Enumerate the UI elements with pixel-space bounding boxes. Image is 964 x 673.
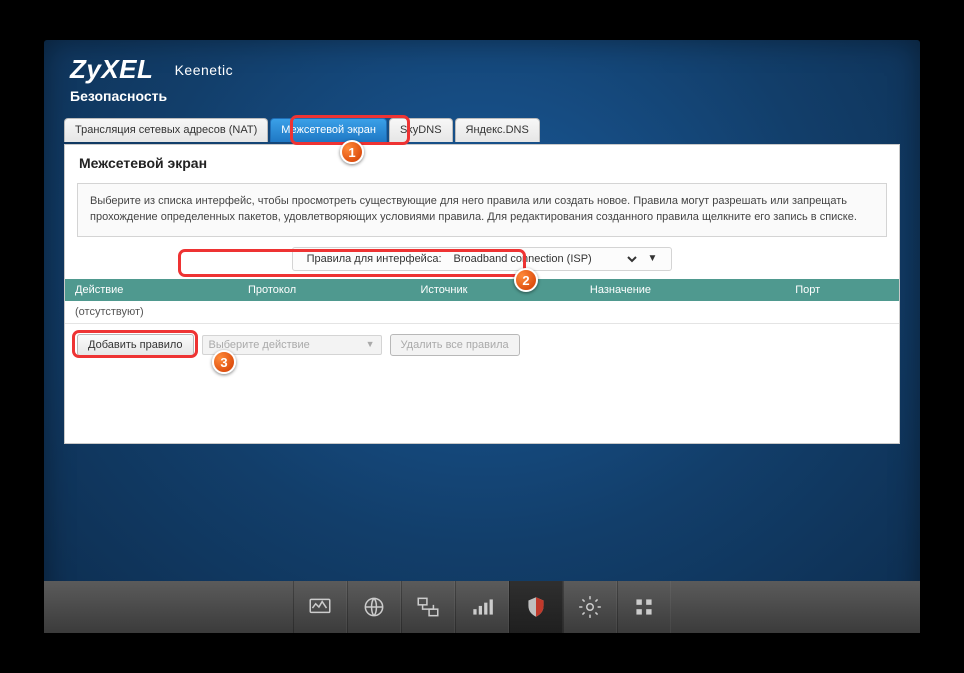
callout-badge-3: 3 <box>212 350 236 374</box>
callout-badge-1: 1 <box>340 140 364 164</box>
main-panel: Межсетевой экран Выберите из списка инте… <box>64 144 900 444</box>
dock-globe-icon[interactable] <box>347 581 401 633</box>
tab-skydns[interactable]: SkyDNS <box>389 118 453 142</box>
callout-badge-2: 2 <box>514 268 538 292</box>
dock-settings-icon[interactable] <box>563 581 617 633</box>
rules-table: Действие Протокол Источник Назначение По… <box>65 279 899 324</box>
delete-all-button[interactable]: Удалить все правила <box>390 334 520 356</box>
page-title: Межсетевой экран <box>65 145 899 177</box>
chevron-down-icon: ▼ <box>648 253 658 264</box>
brand-text: ZyXEL <box>70 54 153 84</box>
dock-status-icon[interactable] <box>293 581 347 633</box>
interface-selector-wrap: Правила для интерфейса: Broadband connec… <box>292 247 673 271</box>
dock-network-icon[interactable] <box>401 581 455 633</box>
col-source: Источник <box>410 279 579 301</box>
add-rule-button[interactable]: Добавить правило <box>77 334 194 356</box>
interface-label: Правила для интерфейса: <box>307 253 442 265</box>
table-row: (отсутствуют) <box>65 301 899 324</box>
table-header-row: Действие Протокол Источник Назначение По… <box>65 279 899 301</box>
interface-select[interactable]: Broadband connection (ISP) <box>450 252 640 266</box>
brand-logo: ZyXEL Keenetic <box>70 54 233 85</box>
brand-model: Keenetic <box>175 62 233 78</box>
col-port: Порт <box>785 279 899 301</box>
col-protocol: Протокол <box>238 279 411 301</box>
tab-yandexdns[interactable]: Яндекс.DNS <box>455 118 540 142</box>
breadcrumb: Безопасность <box>70 88 167 104</box>
col-action: Действие <box>65 279 238 301</box>
dock-signal-icon[interactable] <box>455 581 509 633</box>
bottom-dock <box>44 581 920 633</box>
hint-box: Выберите из списка интерфейс, чтобы прос… <box>77 183 887 237</box>
app-window: ZyXEL Keenetic Безопасность Трансляция с… <box>44 40 920 633</box>
interface-row: Правила для интерфейса: Broadband connec… <box>65 247 899 271</box>
button-row: Добавить правило Выберите действие ▼ Уда… <box>77 334 887 356</box>
tab-nat[interactable]: Трансляция сетевых адресов (NAT) <box>64 118 268 142</box>
dock-security-icon[interactable] <box>509 581 563 633</box>
empty-row: (отсутствуют) <box>65 301 899 324</box>
dock-apps-icon[interactable] <box>617 581 671 633</box>
col-dest: Назначение <box>580 279 785 301</box>
tab-bar: Трансляция сетевых адресов (NAT) Межсете… <box>64 118 542 142</box>
tab-firewall[interactable]: Межсетевой экран <box>270 118 387 142</box>
